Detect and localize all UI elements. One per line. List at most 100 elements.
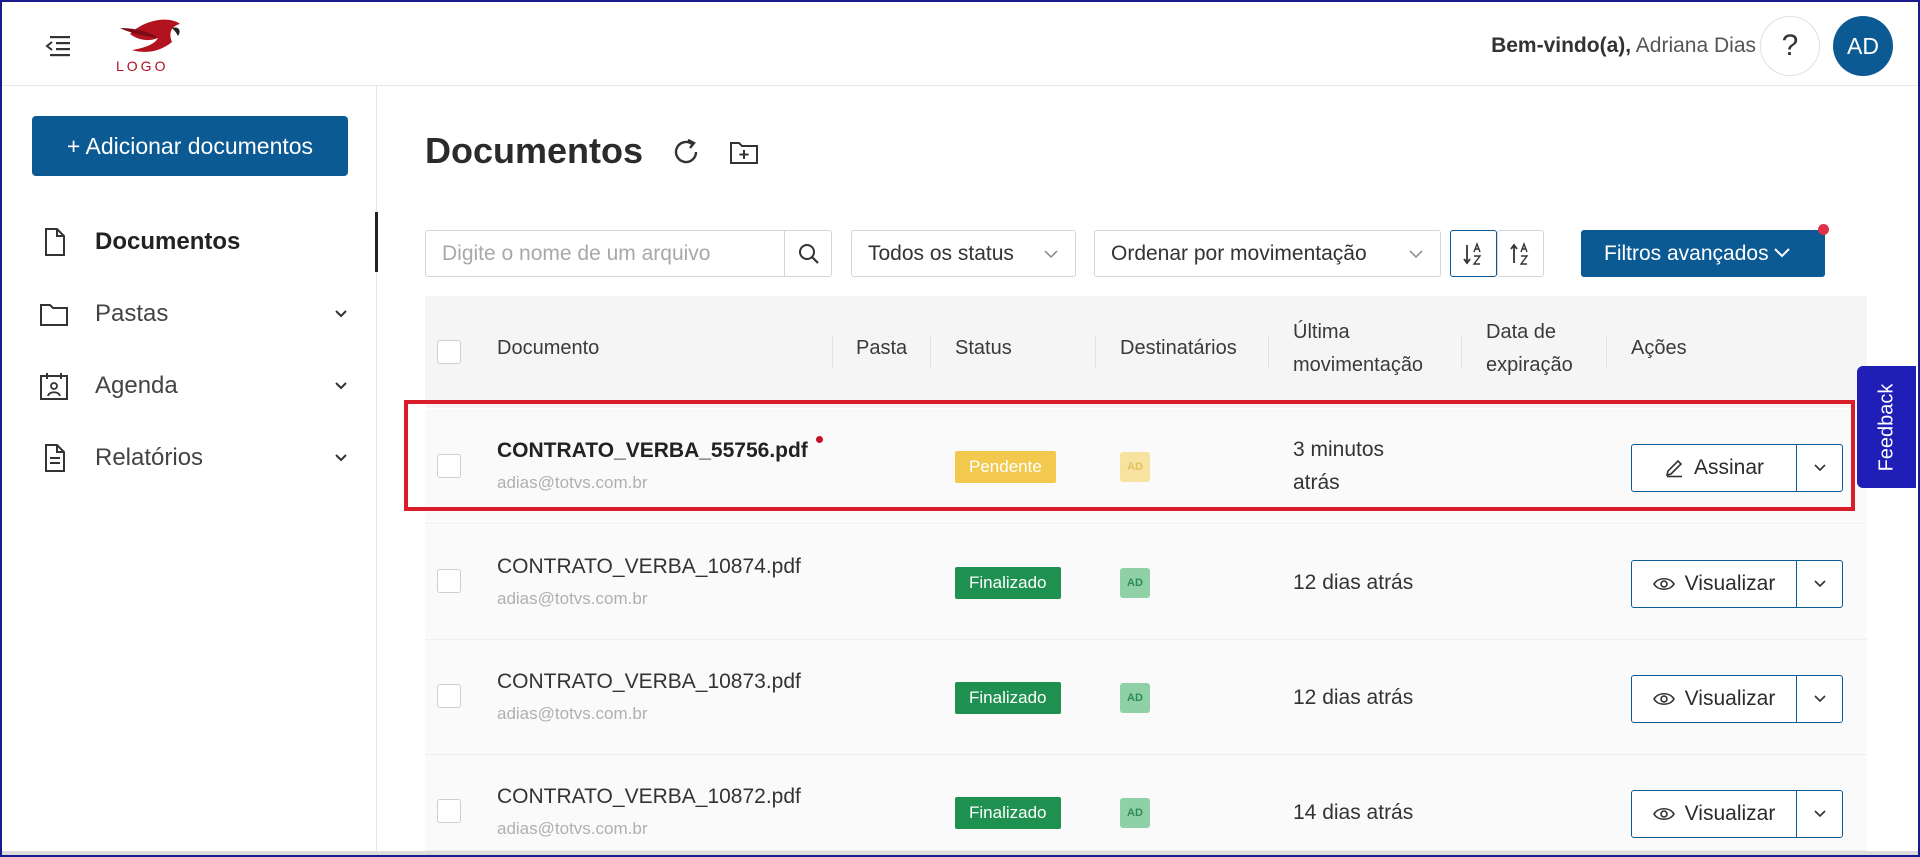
top-header: LOGO Bem-vindo(a), Adriana Dias ? AD — [2, 2, 1918, 86]
unread-dot — [816, 436, 823, 443]
chevron-down-icon — [1813, 464, 1826, 472]
status-badge: Pendente — [955, 451, 1056, 483]
column-header-folder[interactable]: Pasta — [856, 332, 907, 365]
user-name: Adriana Dias — [1635, 34, 1756, 57]
column-separator — [1461, 336, 1462, 368]
column-header-actions: Ações — [1631, 337, 1687, 359]
add-documents-button[interactable]: + Adicionar documentos — [32, 116, 348, 176]
last-movement-line2: movimentação — [1293, 354, 1424, 376]
column-separator — [1606, 336, 1607, 368]
view-button[interactable]: Visualizar — [1631, 790, 1797, 838]
welcome-label: Bem-vindo(a), — [1491, 34, 1632, 57]
table-row[interactable]: CONTRATO_VERBA_10873.pdf adias@totvs.com… — [425, 640, 1867, 755]
column-header-recipients[interactable]: Destinatários — [1120, 332, 1237, 365]
action-label: Assinar — [1693, 456, 1765, 479]
status-badge: Finalizado — [955, 567, 1061, 599]
search-input[interactable] — [426, 231, 784, 276]
feedback-label: Feedback — [1875, 383, 1897, 471]
document-name[interactable]: CONTRATO_VERBA_55756.pdf — [497, 439, 808, 463]
menu-toggle-icon[interactable] — [42, 32, 74, 60]
row-checkbox[interactable] — [437, 454, 461, 478]
document-email: adias@totvs.com.br — [497, 589, 648, 608]
last-movement-line1: 3 minutos — [1293, 438, 1385, 461]
help-icon: ? — [1781, 29, 1799, 62]
sort-ascending-button[interactable] — [1497, 230, 1544, 277]
document-name[interactable]: CONTRATO_VERBA_10874.pdf — [497, 555, 801, 579]
row-checkbox[interactable] — [437, 684, 461, 708]
avatar-initials: AD — [1847, 32, 1879, 59]
eye-icon — [1652, 692, 1675, 706]
chevron-down-icon[interactable] — [332, 449, 350, 467]
eye-icon — [1652, 807, 1675, 821]
search-box — [425, 230, 832, 277]
logo-text: LOGO — [116, 58, 168, 74]
chevron-down-icon — [1813, 695, 1826, 703]
action-dropdown[interactable] — [1796, 675, 1843, 723]
recipient-avatar[interactable]: AD — [1120, 683, 1150, 713]
select-all-checkbox[interactable] — [437, 340, 461, 364]
user-avatar[interactable]: AD — [1833, 16, 1893, 76]
chevron-down-icon — [1044, 250, 1058, 259]
sidebar-item-label: Pastas — [95, 300, 169, 327]
column-header-document[interactable]: Documento — [497, 332, 599, 365]
column-header-status[interactable]: Status — [955, 332, 1012, 365]
sidebar-item-label: Documentos — [95, 228, 241, 255]
last-movement: 12 dias atrás — [1293, 686, 1414, 709]
recipient-avatar[interactable]: AD — [1120, 452, 1150, 482]
logo[interactable]: LOGO — [110, 14, 190, 76]
sort-descending-button[interactable] — [1450, 230, 1497, 277]
sign-button[interactable]: Assinar — [1631, 444, 1797, 492]
last-movement-line2: atrás — [1293, 471, 1340, 494]
welcome-text: Bem-vindo(a), Adriana Dias — [1491, 34, 1756, 58]
table-row[interactable]: CONTRATO_VERBA_10874.pdf adias@totvs.com… — [425, 525, 1867, 640]
filter-notification-dot — [1818, 224, 1829, 235]
table-row[interactable]: CONTRATO_VERBA_10872.pdf adias@totvs.com… — [425, 755, 1867, 851]
chevron-down-icon[interactable] — [332, 377, 350, 395]
advanced-filters-label: Filtros avançados — [1604, 241, 1769, 265]
table-row[interactable]: CONTRATO_VERBA_55756.pdf adias@totvs.com… — [425, 409, 1867, 524]
order-filter-value: Ordenar por movimentação — [1111, 241, 1367, 265]
view-button[interactable]: Visualizar — [1631, 675, 1797, 723]
chevron-down-icon — [1813, 810, 1826, 818]
sidebar: + Adicionar documentos Documentos Pastas… — [2, 86, 378, 855]
sidebar-item-relatorios[interactable]: Relatórios — [2, 428, 377, 488]
last-movement: 12 dias atrás — [1293, 571, 1414, 594]
sidebar-item-documentos[interactable]: Documentos — [2, 212, 378, 272]
advanced-filters-button[interactable]: Filtros avançados — [1581, 230, 1825, 277]
action-dropdown[interactable] — [1796, 790, 1843, 838]
action-dropdown[interactable] — [1796, 444, 1843, 492]
sidebar-item-label: Relatórios — [95, 444, 204, 471]
action-label: Visualizar — [1684, 802, 1776, 825]
document-name[interactable]: CONTRATO_VERBA_10873.pdf — [497, 670, 801, 694]
sidebar-item-pastas[interactable]: Pastas — [2, 284, 377, 344]
status-badge: Finalizado — [955, 797, 1061, 829]
chevron-down-icon[interactable] — [332, 305, 350, 323]
status-filter-select[interactable]: Todos os status — [851, 230, 1076, 277]
action-dropdown[interactable] — [1796, 560, 1843, 608]
sort-desc-icon — [1462, 241, 1481, 265]
sidebar-item-agenda[interactable]: Agenda — [2, 356, 377, 416]
column-separator — [1095, 336, 1096, 368]
feedback-tab[interactable]: Feedback — [1857, 366, 1916, 488]
last-movement-line1: Última — [1293, 321, 1350, 343]
column-header-expiration[interactable]: Data de expiração — [1486, 316, 1573, 382]
order-filter-select[interactable]: Ordenar por movimentação — [1094, 230, 1441, 277]
row-checkbox[interactable] — [437, 799, 461, 823]
refresh-icon[interactable] — [670, 136, 702, 168]
folder-add-icon[interactable] — [729, 138, 759, 166]
help-button[interactable]: ? — [1760, 16, 1820, 76]
search-button[interactable] — [784, 230, 832, 277]
chevron-down-icon — [1813, 580, 1826, 588]
row-checkbox[interactable] — [437, 569, 461, 593]
document-email: adias@totvs.com.br — [497, 819, 648, 838]
calendar-icon — [40, 373, 68, 400]
document-name[interactable]: CONTRATO_VERBA_10872.pdf — [497, 785, 801, 809]
page-title: Documentos — [425, 130, 644, 171]
recipient-avatar[interactable]: AD — [1120, 798, 1150, 828]
view-button[interactable]: Visualizar — [1631, 560, 1797, 608]
bottom-bar — [0, 851, 1920, 857]
recipient-avatar[interactable]: AD — [1120, 568, 1150, 598]
action-label: Visualizar — [1684, 572, 1776, 595]
column-header-last-movement[interactable]: Última movimentação — [1293, 316, 1423, 382]
column-separator — [1268, 336, 1269, 368]
